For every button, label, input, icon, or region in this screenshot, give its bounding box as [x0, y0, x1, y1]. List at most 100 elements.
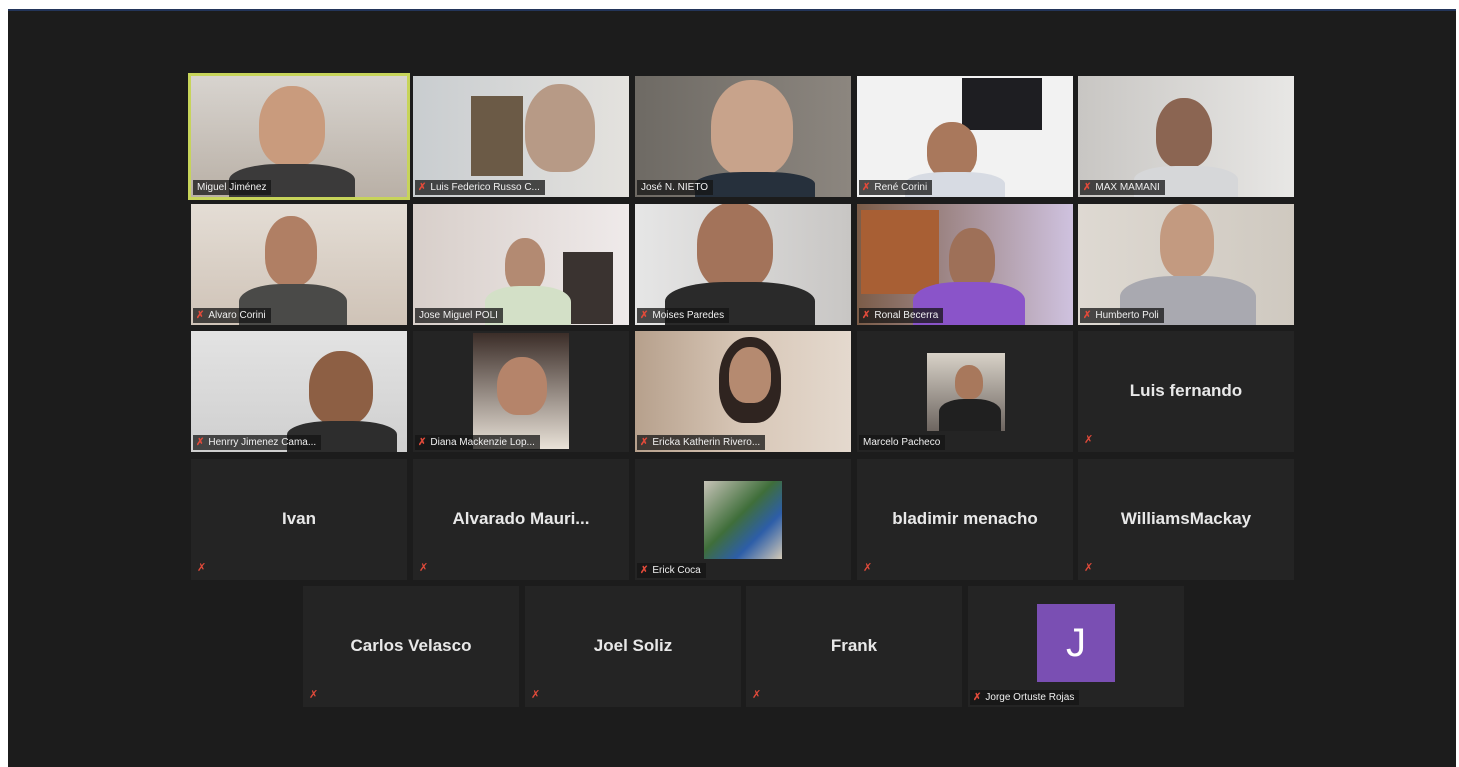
participant-tile[interactable]: Frank ✗: [746, 586, 962, 707]
participant-name-label: ✗ Jorge Ortuste Rojas: [970, 690, 1080, 705]
participant-name-label: ✗ Henrry Jimenez Cama...: [193, 435, 322, 450]
participant-name: Marcelo Pacheco: [863, 437, 941, 448]
participant-name-label: ✗ Ericka Katherin Rivero...: [637, 435, 766, 450]
video-person: [505, 238, 545, 292]
participant-tile[interactable]: ✗ MAX MAMANI: [1078, 76, 1294, 197]
participant-name-label: ✗ Erick Coca: [637, 563, 706, 578]
participant-name: Moises Paredes: [652, 310, 725, 321]
participant-name: Ericka Katherin Rivero...: [652, 437, 761, 448]
video-person: [265, 216, 317, 286]
participant-name: MAX MAMANI: [1095, 182, 1160, 193]
microphone-muted-icon: ✗: [196, 437, 205, 448]
participant-tile[interactable]: Ivan ✗: [191, 459, 407, 580]
participant-name-label: ✗ René Corini: [859, 180, 933, 195]
participant-name-label: ✗ Alvaro Corini: [193, 308, 271, 323]
meeting-gallery-view: Miguel Jiménez ✗ Luis Federico Russo C...…: [8, 9, 1456, 767]
participant-name-label: Miguel Jiménez: [193, 180, 272, 195]
participant-name: Frank: [830, 635, 878, 655]
video-person: [1156, 98, 1212, 168]
participant-name: Erick Coca: [652, 565, 701, 576]
participant-tile[interactable]: ✗ Ericka Katherin Rivero...: [635, 331, 851, 452]
microphone-muted-icon: ✗: [862, 310, 871, 321]
microphone-muted-icon: ✗: [531, 689, 541, 701]
participant-tile[interactable]: Carlos Velasco ✗: [303, 586, 519, 707]
participant-name: Alvaro Corini: [208, 310, 266, 321]
microphone-muted-icon: ✗: [309, 689, 319, 701]
video-person: [711, 80, 793, 176]
microphone-muted-icon: ✗: [1083, 310, 1092, 321]
participant-name: José N. NIETO: [641, 182, 709, 193]
video-person: [927, 122, 977, 178]
microphone-muted-icon: ✗: [196, 310, 205, 321]
avatar-initial: J: [1037, 604, 1115, 682]
participant-tile[interactable]: ✗ Diana Mackenzie Lop...: [413, 331, 629, 452]
video-background-shelf: [471, 96, 523, 176]
participant-name: Humberto Poli: [1095, 310, 1159, 321]
video-person: [309, 351, 373, 425]
video-background-poster: [861, 210, 939, 294]
video-person-face: [729, 347, 771, 403]
participant-tile[interactable]: ✗ Humberto Poli: [1078, 204, 1294, 325]
microphone-muted-icon: ✗: [863, 562, 873, 574]
microphone-muted-icon: ✗: [419, 562, 429, 574]
participant-tile[interactable]: ✗ Ronal Becerra: [857, 204, 1073, 325]
participant-tile[interactable]: ✗ Henrry Jimenez Cama...: [191, 331, 407, 452]
participant-name: René Corini: [874, 182, 928, 193]
participant-name: Henrry Jimenez Cama...: [208, 437, 317, 448]
microphone-muted-icon: ✗: [1084, 562, 1094, 574]
participant-name: WilliamsMackay: [1120, 508, 1252, 528]
participant-tile[interactable]: WilliamsMackay ✗: [1078, 459, 1294, 580]
participant-name-label: Jose Miguel POLI: [415, 308, 503, 323]
video-person: [955, 365, 983, 399]
participant-name: bladimir menacho: [892, 508, 1038, 528]
participant-tile[interactable]: Luis fernando ✗: [1078, 331, 1294, 452]
video-background-monitor: [962, 78, 1042, 130]
participant-name: Alvarado Mauri...: [452, 508, 590, 528]
participant-tile[interactable]: J ✗ Jorge Ortuste Rojas: [968, 586, 1184, 707]
participant-tile[interactable]: bladimir menacho ✗: [857, 459, 1073, 580]
participant-name-label: ✗ Humberto Poli: [1080, 308, 1164, 323]
participant-tile[interactable]: ✗ Luis Federico Russo C...: [413, 76, 629, 197]
microphone-muted-icon: ✗: [752, 689, 762, 701]
participant-tile[interactable]: José N. NIETO: [635, 76, 851, 197]
microphone-muted-icon: ✗: [640, 437, 649, 448]
video-person: [525, 84, 595, 172]
microphone-muted-icon: ✗: [418, 437, 427, 448]
video-person: [497, 357, 547, 415]
participant-tile[interactable]: ✗ Erick Coca: [635, 459, 851, 580]
microphone-muted-icon: ✗: [1084, 434, 1094, 446]
participant-name-label: ✗ Ronal Becerra: [859, 308, 944, 323]
participant-name: Miguel Jiménez: [197, 182, 267, 193]
participant-tile[interactable]: ✗ Moises Paredes: [635, 204, 851, 325]
participant-name-label: ✗ Diana Mackenzie Lop...: [415, 435, 540, 450]
microphone-muted-icon: ✗: [197, 562, 207, 574]
window-frame: Miguel Jiménez ✗ Luis Federico Russo C...…: [0, 0, 1459, 767]
participant-tile[interactable]: ✗ Alvaro Corini: [191, 204, 407, 325]
participant-name: Ronal Becerra: [874, 310, 939, 321]
participant-name: Diana Mackenzie Lop...: [430, 437, 535, 448]
participant-tile[interactable]: Marcelo Pacheco: [857, 331, 1073, 452]
participant-name: Ivan: [281, 508, 317, 528]
participant-name: Carlos Velasco: [350, 635, 472, 655]
video-person: [949, 228, 995, 290]
video-person: [259, 86, 325, 166]
participant-name-label: ✗ MAX MAMANI: [1080, 180, 1165, 195]
microphone-muted-icon: ✗: [862, 182, 871, 193]
participant-name: Jose Miguel POLI: [419, 310, 498, 321]
microphone-muted-icon: ✗: [418, 182, 427, 193]
participant-tile[interactable]: Joel Soliz ✗: [525, 586, 741, 707]
microphone-muted-icon: ✗: [973, 692, 982, 703]
participant-tile[interactable]: Jose Miguel POLI: [413, 204, 629, 325]
microphone-muted-icon: ✗: [640, 565, 649, 576]
participant-name-label: José N. NIETO: [637, 180, 714, 195]
video-person: [1160, 204, 1214, 278]
participant-name-label: ✗ Luis Federico Russo C...: [415, 180, 545, 195]
participant-tile[interactable]: ✗ René Corini: [857, 76, 1073, 197]
microphone-muted-icon: ✗: [1083, 182, 1092, 193]
participant-name: Luis fernando: [1129, 380, 1243, 400]
participant-name: Jorge Ortuste Rojas: [985, 692, 1075, 703]
participant-tile[interactable]: Miguel Jiménez: [188, 73, 410, 200]
participant-name: Luis Federico Russo C...: [430, 182, 540, 193]
participant-name: Joel Soliz: [593, 635, 673, 655]
participant-tile[interactable]: Alvarado Mauri... ✗: [413, 459, 629, 580]
